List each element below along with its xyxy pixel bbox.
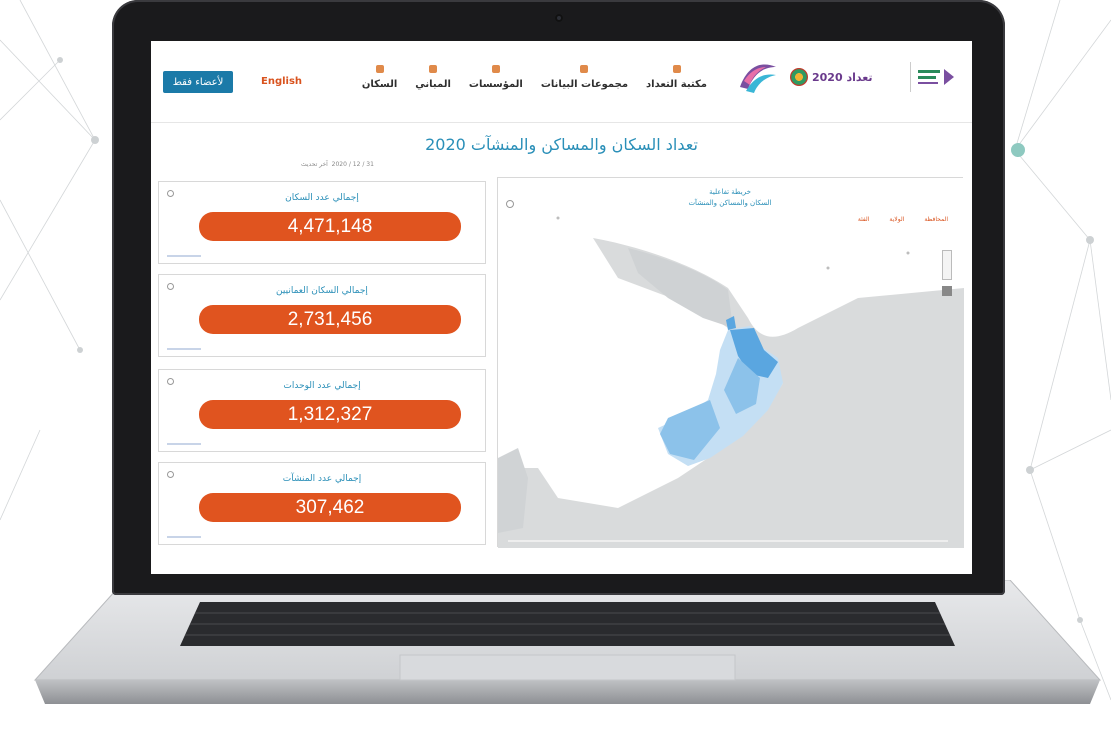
map-zoom-control[interactable] xyxy=(942,250,952,280)
nav-item-label: المؤسسات xyxy=(468,79,523,90)
stat-card-total-population: إجمالي عدد السكان 4,471,148 xyxy=(158,181,486,264)
stat-value: 2,731,456 xyxy=(199,305,461,334)
card-footer-line xyxy=(167,348,201,350)
stat-value: 4,471,148 xyxy=(199,212,461,241)
main-nav: السكان المباني المؤسسات مجموعات البيانات… xyxy=(362,65,707,90)
stat-label: إجمالي عدد المنشآت xyxy=(282,474,362,484)
stat-card-total-units: إجمالي عدد الوحدات 1,312,327 xyxy=(158,369,486,452)
stat-card-omani-population: إجمالي السكان العمانيين 2,731,456 xyxy=(158,274,486,357)
page-title: تعداد السكان والمساكن والمنشآت 2020 xyxy=(425,135,698,154)
census-logo-text: تعداد 2020 xyxy=(812,70,873,84)
layers-icon[interactable] xyxy=(942,286,952,296)
interactive-map-panel: خريطة تفاعلية السكان والمساكن والمنشآت ا… xyxy=(497,177,964,548)
building-icon xyxy=(429,65,438,73)
stat-label: إجمالي عدد الوحدات xyxy=(283,381,361,391)
stat-label: إجمالي السكان العمانيين xyxy=(276,286,368,296)
nav-item-establishments[interactable]: المؤسسات xyxy=(469,65,523,90)
census-emblem-icon xyxy=(790,68,808,86)
stat-value: 307,462 xyxy=(199,493,461,522)
members-login-button[interactable]: لأعضاء فقط xyxy=(163,71,233,93)
census-2020-logo: تعداد 2020 xyxy=(790,62,900,92)
nav-item-label: مكتبة التعداد xyxy=(646,79,707,90)
population-icon xyxy=(375,65,384,73)
nav-item-label: مجموعات البيانات xyxy=(540,79,629,90)
card-footer-line xyxy=(167,255,201,257)
camera-icon xyxy=(554,14,563,22)
last-update-text: آخر تحديث ‎ 2020 / 12 / 31 xyxy=(301,161,374,168)
nav-item-buildings[interactable]: المباني xyxy=(415,65,451,90)
establishment-icon xyxy=(491,65,500,73)
dashboard-screen: لأعضاء فقط English السكان المباني المؤسس… xyxy=(151,41,972,574)
card-footer-line xyxy=(167,443,201,445)
header-logos: تعداد 2020 xyxy=(736,57,960,97)
stat-value: 1,312,327 xyxy=(199,400,461,429)
nav-item-population[interactable]: السكان xyxy=(362,65,397,90)
dataset-icon xyxy=(580,65,589,73)
ncsi-logo xyxy=(910,62,960,92)
nav-item-datasets[interactable]: مجموعات البيانات xyxy=(541,65,628,90)
map-title: خريطة تفاعلية xyxy=(709,188,751,196)
nav-item-label: السكان xyxy=(361,79,398,90)
vision-logo-icon xyxy=(740,64,776,93)
oman-map[interactable] xyxy=(498,178,964,548)
ncsi-logo-icon xyxy=(917,69,954,85)
stat-card-total-establishments: إجمالي عدد المنشآت 307,462 xyxy=(158,462,486,545)
map-subtitle: السكان والمساكن والمنشآت xyxy=(688,199,772,207)
nav-item-census-library[interactable]: مكتبة التعداد xyxy=(646,65,707,90)
legend-wilayat[interactable]: الولاية xyxy=(889,216,904,223)
stat-label: إجمالي عدد السكان xyxy=(285,193,359,203)
card-footer-line xyxy=(167,536,201,538)
laptop-base xyxy=(33,580,1102,704)
legend-governorate[interactable]: المحافظة xyxy=(924,216,948,223)
library-icon xyxy=(672,65,681,73)
nav-item-label: المباني xyxy=(415,79,451,90)
language-switch-link[interactable]: English xyxy=(261,76,302,87)
app-header: لأعضاء فقط English السكان المباني المؤسس… xyxy=(151,41,972,123)
legend-category[interactable]: الفئة xyxy=(858,216,870,223)
map-legend: المحافظة الولاية الفئة xyxy=(858,216,948,223)
